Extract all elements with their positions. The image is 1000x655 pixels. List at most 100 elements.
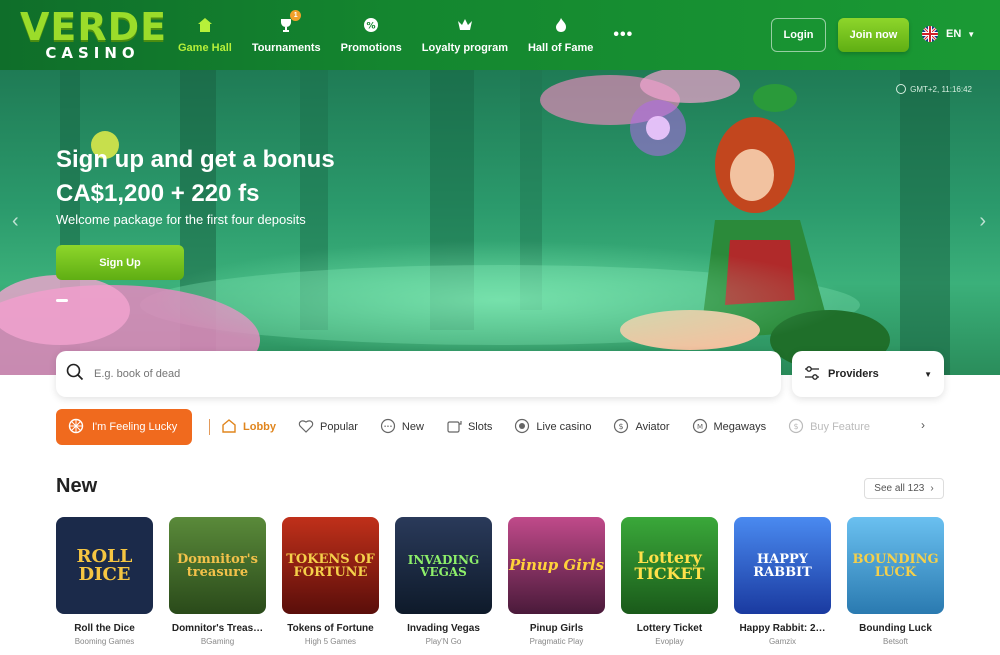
- home-icon: [196, 16, 214, 34]
- tab-label: Slots: [467, 421, 493, 433]
- game-thumbnail[interactable]: Domnitor's treasure: [169, 517, 266, 614]
- game-art-title: BOUNDING LUCK: [852, 551, 939, 580]
- tab-aviator[interactable]: $ Aviator: [613, 418, 670, 437]
- login-button[interactable]: Login: [771, 18, 826, 52]
- game-thumbnail[interactable]: Lottery TICKET: [621, 517, 718, 614]
- tab-slots[interactable]: Slots: [446, 418, 492, 437]
- server-time: GMT+2, 11:16:42: [896, 84, 972, 94]
- clock-icon: [896, 84, 907, 94]
- tab-label: Aviator: [635, 421, 670, 433]
- megaways-icon: M: [692, 418, 708, 437]
- crown-icon: [456, 16, 474, 34]
- nav-promotions[interactable]: % Promotions: [331, 0, 412, 70]
- carousel-prev-arrow-icon[interactable]: ‹: [12, 210, 19, 233]
- new-icon: •••: [380, 418, 396, 437]
- more-menu-button[interactable]: •••: [603, 0, 643, 70]
- game-card[interactable]: BOUNDING LUCK Bounding Luck Betsoft: [847, 517, 944, 646]
- game-card[interactable]: ROLL DICE Roll the Dice Booming Games: [56, 517, 153, 646]
- svg-text:•••: •••: [383, 424, 392, 430]
- main-nav: Game Hall 1 Tournaments % Promotions Loy…: [168, 0, 643, 70]
- tab-buy-feature[interactable]: $ Buy Feature: [788, 418, 870, 437]
- game-provider: BGaming: [200, 637, 235, 646]
- game-art-title: HAPPY RABBIT: [753, 551, 812, 580]
- lobby-icon: [221, 418, 237, 437]
- tab-divider: [209, 419, 210, 435]
- game-provider: Gamzix: [768, 637, 797, 646]
- join-now-button[interactable]: Join now: [838, 18, 909, 52]
- game-art-title: INVADING VEGAS: [407, 552, 480, 579]
- trophy-icon: 1: [277, 10, 302, 34]
- nav-tournaments[interactable]: 1 Tournaments: [242, 0, 331, 70]
- nav-label: Promotions: [340, 42, 402, 54]
- game-provider: Play'N Go: [425, 637, 462, 646]
- game-art-title: ROLL DICE: [76, 545, 133, 585]
- nav-label: Hall of Fame: [527, 42, 594, 54]
- game-name: Pinup Girls: [529, 623, 584, 634]
- nav-loyalty-program[interactable]: Loyalty program: [412, 0, 518, 70]
- game-thumbnail[interactable]: Pinup Girls: [508, 517, 605, 614]
- see-all-button[interactable]: See all 123 ›: [864, 478, 944, 499]
- hero-title: Sign up and get a bonus: [56, 146, 335, 173]
- game-art-title: TOKENS OF FORTUNE: [286, 551, 375, 580]
- tab-popular[interactable]: Popular: [298, 418, 358, 437]
- lucky-wheel-icon: [68, 418, 84, 437]
- nav-label: Tournaments: [251, 42, 321, 54]
- game-name: Tokens of Fortune: [287, 623, 374, 634]
- game-card[interactable]: TOKENS OF FORTUNE Tokens of Fortune High…: [282, 517, 379, 646]
- game-name: Invading Vegas: [407, 623, 480, 634]
- slots-icon: [446, 418, 462, 437]
- top-header: VERDE CASINO Game Hall 1 Tournaments % P…: [0, 0, 1000, 70]
- game-thumbnail[interactable]: INVADING VEGAS: [395, 517, 492, 614]
- game-thumbnail[interactable]: TOKENS OF FORTUNE: [282, 517, 379, 614]
- tabs-scroll-right-icon[interactable]: ›: [921, 418, 925, 432]
- game-card[interactable]: Domnitor's treasure Domnitor's Treas… BG…: [169, 517, 266, 646]
- providers-dropdown[interactable]: Providers ▼: [792, 351, 944, 397]
- game-thumbnail[interactable]: ROLL DICE: [56, 517, 153, 614]
- flame-icon: [552, 16, 570, 34]
- game-name: Happy Rabbit: 2…: [739, 623, 826, 634]
- carousel-next-arrow-icon[interactable]: ›: [979, 210, 986, 233]
- game-card[interactable]: INVADING VEGAS Invading Vegas Play'N Go: [395, 517, 492, 646]
- game-card[interactable]: Lottery TICKET Lottery Ticket Evoplay: [621, 517, 718, 646]
- game-thumbnail[interactable]: BOUNDING LUCK: [847, 517, 944, 614]
- game-card[interactable]: HAPPY RABBIT Happy Rabbit: 2… Gamzix: [734, 517, 831, 646]
- category-tabs: Lobby Popular ••• New Slots Live casino …: [221, 409, 892, 445]
- chevron-right-icon: ›: [930, 483, 934, 494]
- game-name: Roll the Dice: [74, 623, 135, 634]
- nav-game-hall[interactable]: Game Hall: [168, 0, 242, 70]
- game-art-title: Domnitor's treasure: [177, 551, 258, 580]
- game-provider: High 5 Games: [304, 637, 357, 646]
- search-icon: [66, 363, 84, 386]
- tab-lobby[interactable]: Lobby: [221, 418, 276, 437]
- sign-up-button[interactable]: Sign Up: [56, 245, 184, 280]
- tab-label: Popular: [320, 421, 358, 433]
- uk-flag-icon: [922, 26, 938, 42]
- see-all-label: See all 123: [874, 483, 925, 494]
- game-name: Bounding Luck: [859, 623, 932, 634]
- game-provider: Evoplay: [655, 637, 684, 646]
- svg-text:%: %: [367, 22, 376, 32]
- tab-label: Live casino: [536, 421, 592, 433]
- search-input[interactable]: [94, 368, 694, 380]
- game-card[interactable]: Pinup Girls Pinup Girls Pragmatic Play: [508, 517, 605, 646]
- nav-hall-of-fame[interactable]: Hall of Fame: [518, 0, 603, 70]
- language-selector[interactable]: EN ▼: [922, 26, 975, 42]
- tab-new[interactable]: ••• New: [380, 418, 424, 437]
- tab-megaways[interactable]: M Megaways: [692, 418, 766, 437]
- tournaments-badge: 1: [290, 10, 302, 21]
- tab-label: New: [401, 421, 424, 433]
- verde-casino-logo[interactable]: VERDE CASINO: [20, 8, 166, 64]
- tab-live-casino[interactable]: Live casino: [514, 418, 591, 437]
- carousel-indicator[interactable]: [56, 299, 68, 302]
- svg-text:$: $: [619, 422, 624, 431]
- nav-label: Game Hall: [178, 42, 232, 54]
- new-games-row: ROLL DICE Roll the Dice Booming Games Do…: [56, 517, 944, 646]
- feeling-lucky-button[interactable]: I'm Feeling Lucky: [56, 409, 192, 445]
- aviator-icon: $: [613, 418, 629, 437]
- heart-icon: [298, 418, 314, 437]
- game-thumbnail[interactable]: HAPPY RABBIT: [734, 517, 831, 614]
- filter-sliders-icon: [804, 365, 820, 384]
- hero-bonus-amount: CA$1,200 + 220 fs: [56, 180, 260, 207]
- buy-icon: $: [788, 418, 804, 437]
- chevron-down-icon: ▼: [924, 369, 932, 379]
